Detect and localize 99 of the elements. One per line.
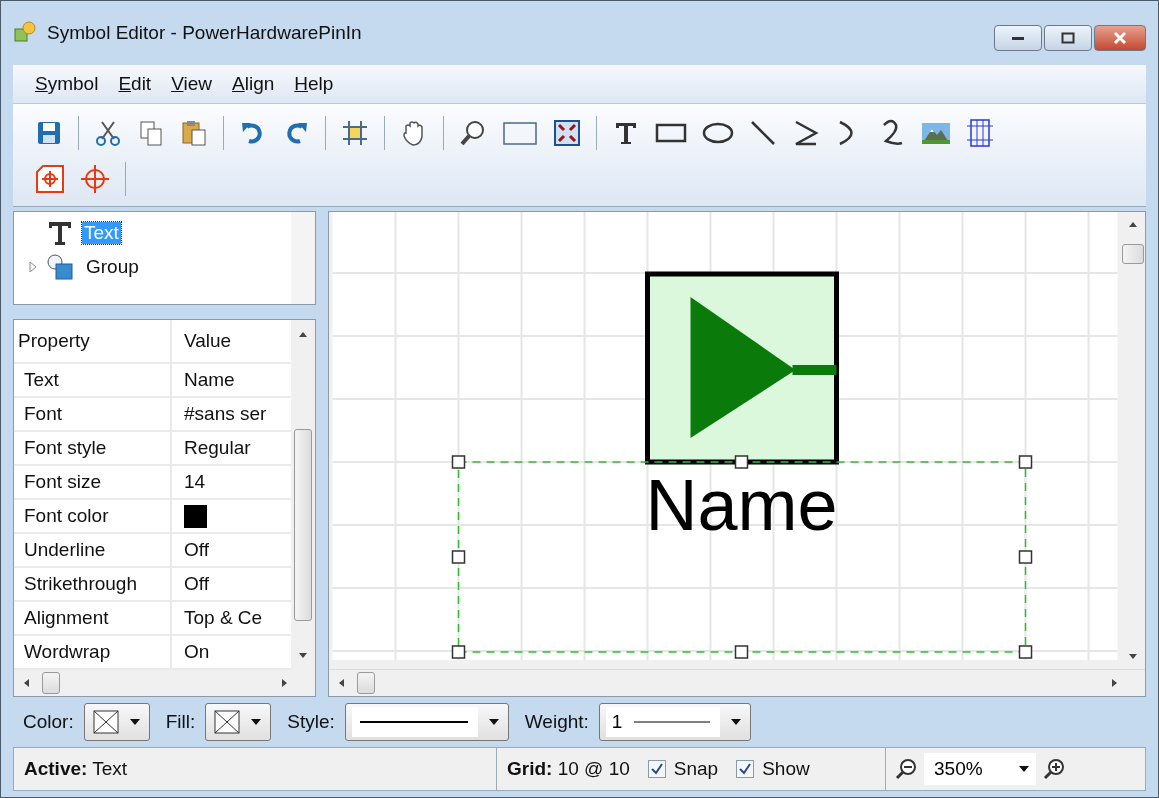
- caret-icon: [487, 718, 500, 726]
- resize-handle[interactable]: [1018, 455, 1033, 469]
- fit-icon[interactable]: [553, 119, 581, 147]
- line-icon[interactable]: [749, 119, 777, 147]
- line-style-icon: [357, 719, 470, 725]
- pin-icon[interactable]: [966, 118, 994, 148]
- property-name: Font size: [14, 466, 172, 498]
- zoom-icon[interactable]: [459, 119, 487, 147]
- scroll-up-icon[interactable]: [1127, 220, 1139, 228]
- resize-handle[interactable]: [451, 550, 466, 564]
- resize-handle[interactable]: [1018, 550, 1033, 564]
- caret-icon: [1018, 765, 1030, 773]
- maximize-button[interactable]: [1044, 25, 1092, 51]
- scroll-thumb[interactable]: [42, 672, 60, 694]
- maximize-icon: [1061, 32, 1075, 44]
- resize-handle[interactable]: [451, 645, 466, 659]
- scroll-right-icon[interactable]: [281, 677, 289, 689]
- scroll-thumb[interactable]: [357, 672, 375, 694]
- menu-item[interactable]: Symbol: [35, 73, 99, 95]
- tree-item[interactable]: Group: [84, 256, 141, 278]
- property-name: Font color: [14, 500, 172, 532]
- property-name: Wordwrap: [14, 636, 172, 668]
- caret-icon: [128, 718, 141, 726]
- input-pin-symbol[interactable]: [645, 271, 839, 465]
- property-value[interactable]: Name: [172, 369, 291, 391]
- text-node-icon: [46, 219, 74, 247]
- column-header[interactable]: Value: [172, 330, 291, 352]
- property-name: Alignment: [14, 602, 172, 634]
- property-value[interactable]: Top & Ce: [172, 607, 291, 629]
- anchor-icon[interactable]: [35, 164, 65, 194]
- expander-icon[interactable]: [28, 260, 38, 274]
- color-label: Color:: [23, 711, 74, 733]
- property-value[interactable]: #sans ser: [172, 403, 291, 425]
- save-icon[interactable]: [35, 119, 63, 147]
- fill-label: Fill:: [165, 711, 196, 733]
- weight-dropdown[interactable]: 1: [598, 703, 752, 741]
- checkbox[interactable]: [647, 760, 666, 778]
- checkbox-label[interactable]: Show: [762, 758, 810, 780]
- scroll-down-icon[interactable]: [1127, 653, 1139, 661]
- menu-item[interactable]: View: [171, 73, 212, 95]
- cut-icon[interactable]: [94, 119, 122, 147]
- property-value[interactable]: Regular: [172, 437, 291, 459]
- zoom-in-icon[interactable]: [1042, 757, 1066, 781]
- window-title: Symbol Editor - PowerHardwarePinIn: [47, 22, 362, 44]
- caret-icon: [250, 718, 263, 726]
- resize-handle[interactable]: [451, 455, 466, 469]
- property-value[interactable]: Off: [172, 539, 291, 561]
- crosshair-icon[interactable]: [80, 164, 110, 194]
- color-swatch[interactable]: [184, 504, 207, 528]
- property-name: Strikethrough: [14, 568, 172, 600]
- color-dropdown[interactable]: [83, 703, 150, 741]
- property-value[interactable]: Off: [172, 573, 291, 595]
- property-name: Font style: [14, 432, 172, 464]
- weight-value: 1: [611, 711, 623, 733]
- property-value[interactable]: On: [172, 641, 291, 663]
- zoom-out-icon[interactable]: [894, 757, 918, 781]
- resize-handle[interactable]: [1018, 645, 1033, 659]
- scroll-down-icon[interactable]: [297, 652, 309, 660]
- style-label: Style:: [287, 711, 335, 733]
- close-icon: [1112, 31, 1128, 45]
- scroll-up-icon[interactable]: [297, 330, 309, 338]
- app-icon: [13, 21, 37, 45]
- caret-icon: [730, 718, 743, 726]
- resize-handle[interactable]: [734, 645, 749, 659]
- no-color-icon: [92, 710, 119, 734]
- scrollbar[interactable]: [291, 212, 315, 304]
- paste-icon[interactable]: [180, 119, 208, 147]
- column-header[interactable]: Property: [14, 320, 172, 362]
- checkbox[interactable]: [736, 760, 755, 778]
- scroll-right-icon[interactable]: [1111, 677, 1119, 689]
- grid-status: Grid: 10 @ 10: [507, 758, 630, 780]
- zoom-dropdown[interactable]: 350%: [924, 753, 1036, 785]
- resize-handle[interactable]: [734, 455, 749, 469]
- property-name: Font: [14, 398, 172, 430]
- scroll-thumb[interactable]: [1122, 244, 1144, 264]
- minimize-icon: [1011, 35, 1025, 41]
- fill-dropdown[interactable]: [205, 703, 272, 741]
- minimize-button[interactable]: [994, 25, 1042, 51]
- scroll-left-icon[interactable]: [337, 677, 345, 689]
- canvas-text[interactable]: Name: [645, 465, 838, 545]
- property-name: Text: [14, 364, 172, 396]
- menu-item[interactable]: Edit: [118, 73, 152, 95]
- rectangle-select-icon[interactable]: [502, 119, 538, 147]
- crop-icon[interactable]: [341, 119, 369, 147]
- menu-item[interactable]: Align: [232, 73, 275, 95]
- menu-item[interactable]: Help: [294, 73, 334, 95]
- close-button[interactable]: [1094, 25, 1146, 51]
- property-value[interactable]: 14: [172, 471, 291, 493]
- scroll-left-icon[interactable]: [22, 677, 30, 689]
- weight-label: Weight:: [524, 711, 589, 733]
- property-name: Underline: [14, 534, 172, 566]
- no-color-icon: [214, 710, 241, 734]
- group-icon: [46, 253, 76, 281]
- scroll-thumb[interactable]: [294, 429, 312, 621]
- style-dropdown[interactable]: [344, 703, 509, 741]
- checkbox-label[interactable]: Snap: [673, 758, 719, 780]
- active-status: Active: Text: [24, 758, 128, 780]
- scrollbar[interactable]: [329, 669, 1145, 696]
- selection-box[interactable]: [457, 461, 1027, 653]
